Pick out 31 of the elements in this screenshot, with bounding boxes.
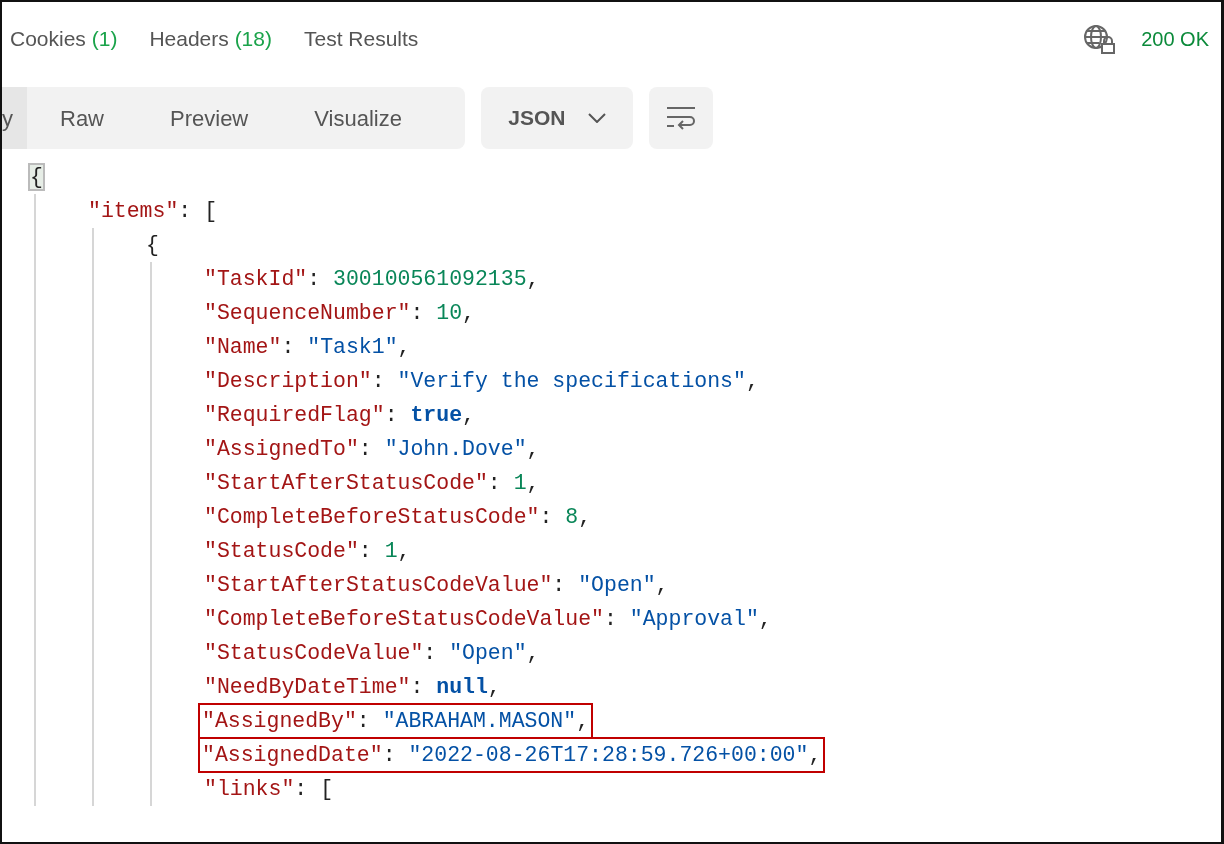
code-line: "Name": "Task1",	[204, 334, 411, 361]
code-line: "SequenceNumber": 10,	[204, 300, 475, 327]
code-line: {	[146, 232, 159, 259]
view-tab[interactable]: Preview	[137, 87, 282, 149]
format-dropdown[interactable]: JSON	[480, 87, 633, 149]
wrap-lines-icon	[665, 105, 696, 131]
response-tab[interactable]: Headers (18)	[149, 23, 272, 55]
code-line: "NeedByDateTime": null,	[204, 674, 501, 701]
view-tab[interactable]: Visualize	[281, 87, 435, 149]
code-line: "AssignedBy": "ABRAHAM.MASON",	[199, 704, 593, 738]
code-line: "items": [	[88, 198, 218, 225]
view-tab[interactable]: y	[2, 87, 27, 149]
response-tab[interactable]: Cookies (1)	[10, 23, 118, 55]
code-line: "StatusCodeValue": "Open",	[204, 640, 540, 667]
code-line: "Description": "Verify the specifications",	[204, 368, 759, 395]
code-line: "links": [	[204, 776, 334, 803]
code-line: "CompleteBeforeStatusCode": 8,	[204, 504, 592, 531]
code-line: "AssignedDate": "2022-08-26T17:28:59.726+00:00",	[199, 738, 825, 772]
response-tab[interactable]: Test Results	[304, 23, 419, 55]
code-line: "AssignedTo": "John.Dove",	[204, 436, 540, 463]
code-line: "TaskId": 300100561092135,	[204, 266, 540, 293]
code-line: "StartAfterStatusCode": 1,	[204, 470, 540, 497]
view-tab[interactable]: Raw	[27, 87, 137, 149]
status-text: 200 OK	[1141, 27, 1209, 52]
globe-lock-icon	[1083, 24, 1118, 54]
code-line: "RequiredFlag": true,	[204, 402, 475, 429]
code-line: "CompleteBeforeStatusCodeValue": "Approval",	[204, 606, 772, 633]
wrap-lines-button[interactable]	[648, 87, 713, 149]
chevron-down-icon	[587, 113, 606, 123]
code-line: "StatusCode": 1,	[204, 538, 411, 565]
code-line: "StartAfterStatusCodeValue": "Open",	[204, 572, 669, 599]
